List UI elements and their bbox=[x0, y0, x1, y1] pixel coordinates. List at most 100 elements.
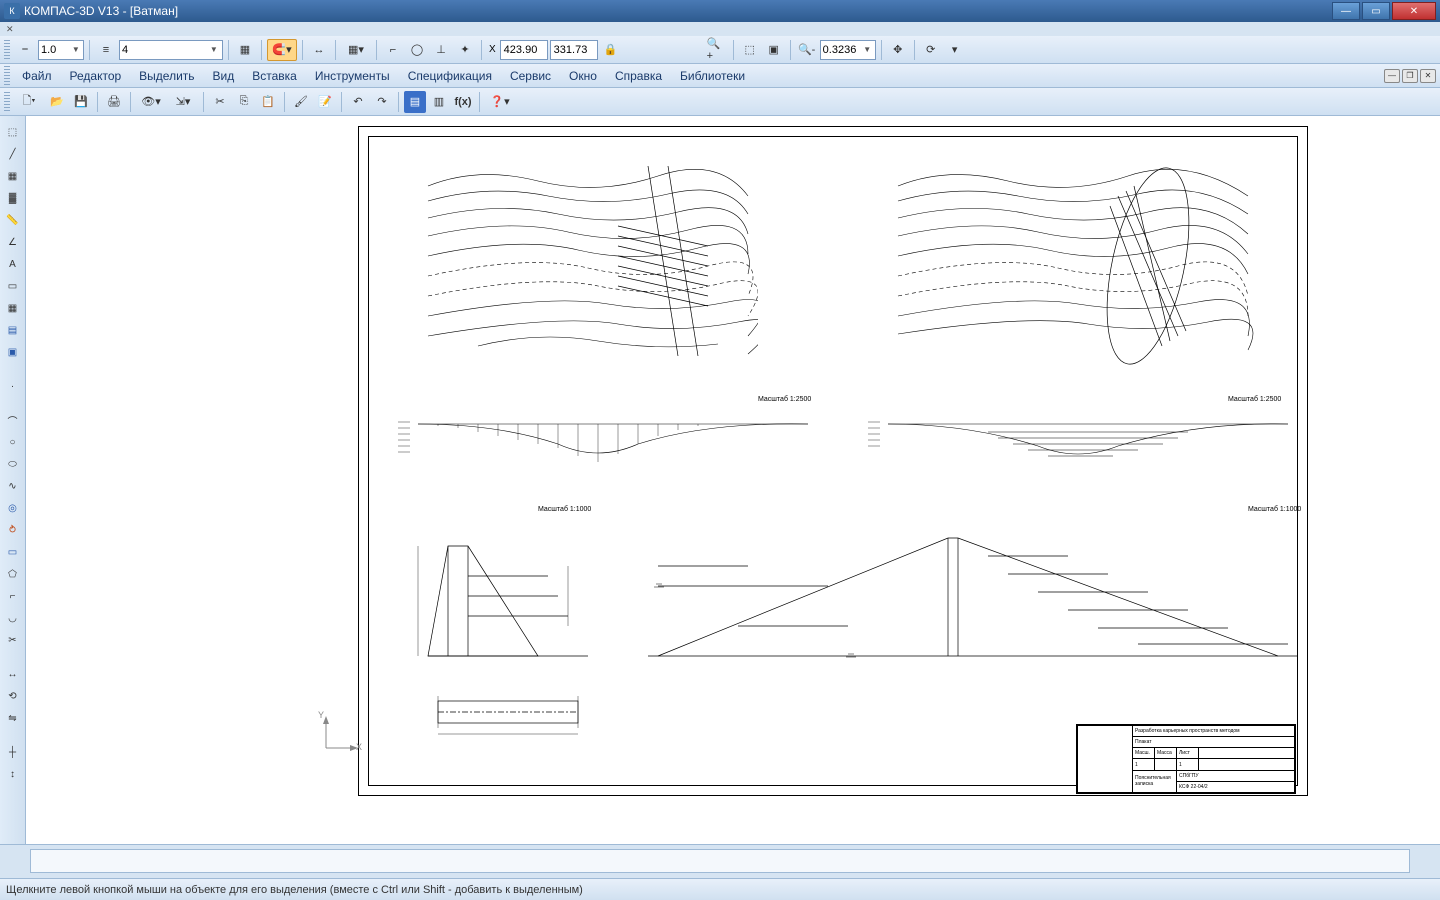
cut-button[interactable]: ✂ bbox=[209, 91, 231, 113]
canvas[interactable]: Y X bbox=[26, 116, 1440, 844]
grid-dropdown[interactable]: ▦▾ bbox=[341, 39, 371, 61]
undo-button[interactable]: ↶ bbox=[347, 91, 369, 113]
layer-icon[interactable]: ≡ bbox=[95, 39, 117, 61]
mdi-close-button[interactable]: ✕ bbox=[1420, 69, 1436, 83]
coord-x-field[interactable]: 423.90 bbox=[500, 40, 548, 60]
spline-icon[interactable]: ∿ bbox=[3, 476, 23, 496]
zoom-out-icon[interactable]: 🔍- bbox=[796, 39, 818, 61]
format-painter-button[interactable]: 🖌 bbox=[290, 91, 312, 113]
copy-button[interactable]: ⎘ bbox=[233, 91, 255, 113]
hatch-icon[interactable]: ▦ bbox=[3, 166, 23, 186]
export-button[interactable]: ⇲▾ bbox=[168, 91, 198, 113]
measure-icon[interactable]: 📏 bbox=[3, 210, 23, 230]
layer-combo[interactable]: ▼ bbox=[119, 40, 223, 60]
redo-button[interactable]: ↷ bbox=[371, 91, 393, 113]
help-button[interactable]: ❓▾ bbox=[485, 91, 515, 113]
zoom-fit-icon[interactable]: ▣ bbox=[763, 39, 785, 61]
curve-icon[interactable]: ◎ bbox=[3, 498, 23, 518]
view-icon[interactable]: ▣ bbox=[3, 342, 23, 362]
print-button[interactable]: 🖨 bbox=[103, 91, 125, 113]
polygon-icon[interactable]: ⬠ bbox=[3, 564, 23, 584]
rect-icon[interactable]: ▭ bbox=[3, 542, 23, 562]
trim-icon[interactable]: ✂ bbox=[3, 630, 23, 650]
window-minimize-button[interactable]: — bbox=[1332, 2, 1360, 20]
round-icon[interactable]: ◯ bbox=[406, 39, 428, 61]
menu-editor[interactable]: Редактор bbox=[62, 66, 130, 86]
command-input[interactable] bbox=[30, 849, 1410, 873]
menu-window[interactable]: Окно bbox=[561, 66, 605, 86]
mdi-restore-button[interactable]: ❐ bbox=[1402, 69, 1418, 83]
refresh-icon[interactable]: ⟳ bbox=[920, 39, 942, 61]
chevron-down-icon[interactable]: ▼ bbox=[862, 45, 873, 54]
save-button[interactable]: 💾 bbox=[70, 91, 92, 113]
chamfer-icon[interactable]: ⌐ bbox=[3, 586, 23, 606]
note-icon[interactable]: ▭ bbox=[3, 276, 23, 296]
mdi-menu-icon[interactable]: ✕ bbox=[6, 24, 14, 35]
mirror-icon[interactable]: ⇋ bbox=[3, 708, 23, 728]
menu-help[interactable]: Справка bbox=[607, 66, 670, 86]
zoom-combo[interactable]: ▼ bbox=[820, 40, 876, 60]
layer-input[interactable] bbox=[122, 44, 208, 56]
open-button[interactable]: 📂 bbox=[46, 91, 68, 113]
variables-button[interactable]: ▤ bbox=[404, 91, 426, 113]
status-text: Щелкните левой кнопкой мыши на объекте д… bbox=[6, 884, 583, 896]
dim-icon[interactable]: ↕ bbox=[3, 764, 23, 784]
window-maximize-button[interactable]: ▭ bbox=[1362, 2, 1390, 20]
window-close-button[interactable]: ✕ bbox=[1392, 2, 1436, 20]
line-style-icon[interactable]: ⎯ bbox=[14, 39, 36, 61]
contour-icon[interactable]: ⥁ bbox=[3, 520, 23, 540]
ortho-icon[interactable]: ⌐ bbox=[382, 39, 404, 61]
parameters-button[interactable]: ▥ bbox=[428, 91, 450, 113]
menu-service[interactable]: Сервис bbox=[502, 66, 559, 86]
move-icon[interactable]: ↔ bbox=[3, 664, 23, 684]
paste-button[interactable]: 📋 bbox=[257, 91, 279, 113]
coord-y-field[interactable]: 331.73 bbox=[550, 40, 598, 60]
more-icon[interactable]: ▾ bbox=[944, 39, 966, 61]
chevron-down-icon[interactable]: ▼ bbox=[208, 45, 220, 54]
zoom-in-icon[interactable]: 🔍+ bbox=[706, 39, 728, 61]
circle-icon[interactable]: ○ bbox=[3, 432, 23, 452]
axis-icon[interactable]: ┼ bbox=[3, 742, 23, 762]
menu-spec[interactable]: Спецификация bbox=[400, 66, 500, 86]
point-icon[interactable]: · bbox=[3, 376, 23, 396]
menu-tools[interactable]: Инструменты bbox=[307, 66, 398, 86]
toolbar-grip[interactable] bbox=[4, 66, 10, 86]
perpendicular-icon[interactable]: ⊥ bbox=[430, 39, 452, 61]
lineweight-combo[interactable]: ▼ bbox=[38, 40, 84, 60]
pan-icon[interactable]: ✥ bbox=[887, 39, 909, 61]
menu-file[interactable]: Файл bbox=[14, 66, 60, 86]
color-icon[interactable]: ▦ bbox=[234, 39, 256, 61]
pattern-icon[interactable]: ▓ bbox=[3, 188, 23, 208]
line-icon[interactable]: ╱ bbox=[3, 144, 23, 164]
menu-view[interactable]: Вид bbox=[205, 66, 243, 86]
arc-icon[interactable]: ⌒ bbox=[3, 410, 23, 430]
ellipse-icon[interactable]: ⬭ bbox=[3, 454, 23, 474]
zoom-input[interactable] bbox=[823, 44, 862, 56]
fillet-icon[interactable]: ◡ bbox=[3, 608, 23, 628]
table-icon[interactable]: ▦ bbox=[3, 298, 23, 318]
menu-select[interactable]: Выделить bbox=[131, 66, 202, 86]
rotate-icon[interactable]: ⟲ bbox=[3, 686, 23, 706]
lineweight-input[interactable] bbox=[41, 44, 71, 56]
snap-toggle-icon[interactable]: ✦ bbox=[454, 39, 476, 61]
angle-icon[interactable]: ∠ bbox=[3, 232, 23, 252]
spec-icon[interactable]: ▤ bbox=[3, 320, 23, 340]
mdi-minimize-button[interactable]: — bbox=[1384, 69, 1400, 83]
mdi-bar: ✕ bbox=[0, 22, 1440, 36]
select-icon[interactable]: ⬚ bbox=[3, 122, 23, 142]
new-button[interactable]: 🗋▾ bbox=[14, 91, 44, 113]
zoom-window-icon[interactable]: ⬚ bbox=[739, 39, 761, 61]
menu-libs[interactable]: Библиотеки bbox=[672, 66, 753, 86]
toolbar-grip[interactable] bbox=[4, 40, 10, 60]
snap-dropdown[interactable]: 🧲▾ bbox=[267, 39, 297, 61]
chevron-down-icon[interactable]: ▼ bbox=[71, 45, 81, 54]
properties-button[interactable]: 📝 bbox=[314, 91, 336, 113]
dimension-icon[interactable]: ↔ bbox=[308, 39, 330, 61]
text-icon[interactable]: A bbox=[3, 254, 23, 274]
window-title: КОМПАС-3D V13 - [Ватман] bbox=[24, 4, 1332, 18]
toolbar-grip[interactable] bbox=[4, 92, 10, 112]
coord-lock-icon[interactable]: 🔒 bbox=[600, 39, 622, 61]
fx-button[interactable]: f(x) bbox=[452, 91, 474, 113]
menu-insert[interactable]: Вставка bbox=[244, 66, 305, 86]
preview-button[interactable]: 👁▾ bbox=[136, 91, 166, 113]
